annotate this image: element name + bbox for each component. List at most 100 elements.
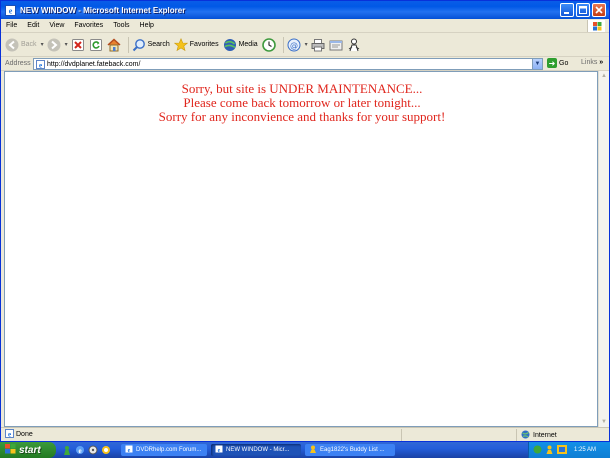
media-player-quicklaunch-icon[interactable] xyxy=(88,445,98,455)
chevron-right-icon: » xyxy=(599,59,604,66)
history-icon xyxy=(261,37,276,52)
zone-label: Internet xyxy=(533,431,557,439)
windows-flag-icon xyxy=(5,443,16,457)
links-label: Links xyxy=(581,59,598,66)
search-button[interactable]: Search xyxy=(132,38,170,52)
title-bar[interactable]: e NEW WINDOW - Microsoft Internet Explor… xyxy=(1,1,609,19)
home-button[interactable] xyxy=(107,37,121,52)
favorites-button[interactable]: Favorites xyxy=(173,37,219,52)
search-icon xyxy=(132,38,146,52)
network-tray-icon[interactable] xyxy=(533,445,542,456)
menu-favorites[interactable]: Favorites xyxy=(69,22,108,29)
task-label: NEW WINDOW - Micr... xyxy=(226,447,290,453)
vertical-scrollbar[interactable]: ▲ ▼ xyxy=(598,71,609,427)
maximize-icon xyxy=(579,6,587,14)
print-button[interactable] xyxy=(311,38,325,52)
taskbar-button-dvdrhelp[interactable]: e DVDRhelp.com Forum... xyxy=(121,444,207,456)
taskbar-button-buddy-list[interactable]: Eag1822's Buddy List ... xyxy=(305,444,395,456)
media-label: Media xyxy=(238,41,258,48)
menu-file[interactable]: File xyxy=(1,22,22,29)
address-url: http://dvdplanet.fateback.com/ xyxy=(47,60,141,68)
star-icon xyxy=(173,37,188,52)
ie-task-icon: e xyxy=(215,445,223,455)
scroll-down-icon[interactable]: ▼ xyxy=(599,417,609,427)
address-input[interactable]: e http://dvdplanet.fateback.com/ ▼ xyxy=(33,58,543,70)
address-dropdown-icon[interactable]: ▼ xyxy=(532,59,542,69)
maintenance-message: Sorry, but site is UNDER MAINTENANCE... … xyxy=(5,82,599,124)
close-button[interactable] xyxy=(592,3,606,17)
messenger-quicklaunch-icon[interactable] xyxy=(62,445,72,455)
svg-text:@: @ xyxy=(290,41,298,50)
standard-toolbar: Back ▾ ▾ Search Favorites Media @ ▾ xyxy=(1,33,609,57)
minimize-icon xyxy=(564,12,569,14)
message-line-2: Please come back tomorrow or later tonig… xyxy=(183,95,421,110)
system-tray: 1:25 AM xyxy=(528,442,610,458)
status-bar: e Done Internet xyxy=(1,427,609,441)
address-bar: Address e http://dvdplanet.fateback.com/… xyxy=(1,57,609,71)
back-label: Back xyxy=(21,41,37,48)
forward-arrow-icon xyxy=(47,38,61,52)
status-pane xyxy=(401,429,511,441)
quick-launch: e xyxy=(62,445,111,455)
mail-dropdown-icon[interactable]: ▾ xyxy=(305,41,308,48)
maximize-button[interactable] xyxy=(576,3,590,17)
toolbar-separator xyxy=(282,36,284,53)
stop-button[interactable] xyxy=(71,38,85,52)
svg-text:e: e xyxy=(128,448,131,453)
forward-dropdown-icon[interactable]: ▾ xyxy=(65,41,68,48)
svg-text:e: e xyxy=(218,448,221,453)
task-label: DVDRhelp.com Forum... xyxy=(136,447,202,453)
media-button[interactable]: Media xyxy=(223,38,258,52)
refresh-button[interactable] xyxy=(89,38,103,52)
task-label: Eag1822's Buddy List ... xyxy=(320,447,385,453)
forward-button[interactable] xyxy=(47,38,61,52)
mail-button[interactable]: @ xyxy=(287,38,301,52)
favorites-label: Favorites xyxy=(189,41,219,48)
ie-icon: e xyxy=(5,4,16,16)
printer-icon xyxy=(311,38,325,52)
messenger-tray-icon[interactable] xyxy=(545,445,554,456)
aim-quicklaunch-icon[interactable] xyxy=(101,445,111,455)
close-icon xyxy=(595,6,603,14)
go-button[interactable]: ➜ Go xyxy=(547,58,568,68)
page-status-icon: e xyxy=(5,429,14,440)
message-line-3: Sorry for any inconvience and thanks for… xyxy=(158,109,446,124)
windows-logo-icon xyxy=(587,20,605,32)
go-label: Go xyxy=(559,59,569,67)
search-label: Search xyxy=(147,41,170,48)
svg-text:e: e xyxy=(8,431,11,439)
globe-icon xyxy=(521,430,530,441)
messenger-button[interactable] xyxy=(347,38,361,52)
buddy-list-icon xyxy=(309,445,317,455)
start-button[interactable]: start xyxy=(0,442,56,458)
status-text: Done xyxy=(16,431,33,438)
messenger-person-icon xyxy=(347,38,361,52)
back-dropdown-icon[interactable]: ▾ xyxy=(41,41,44,48)
browser-window: e NEW WINDOW - Microsoft Internet Explor… xyxy=(0,0,610,442)
taskbar-button-new-window[interactable]: e NEW WINDOW - Micr... xyxy=(211,444,301,456)
edit-button[interactable] xyxy=(329,38,343,52)
status-done: e Done xyxy=(1,429,33,440)
clock: 1:25 AM xyxy=(574,447,597,453)
menu-bar: File Edit View Favorites Tools Help xyxy=(1,19,609,33)
minimize-button[interactable] xyxy=(560,3,574,17)
message-line-1: Sorry, but site is UNDER MAINTENANCE... xyxy=(181,81,423,96)
history-button[interactable] xyxy=(261,37,276,52)
taskbar: start e e DVDRhelp.com Forum... e NEW WI… xyxy=(0,442,610,458)
back-button[interactable]: Back xyxy=(5,38,37,52)
refresh-icon xyxy=(89,38,103,52)
back-arrow-icon xyxy=(5,38,19,52)
ie-quicklaunch-icon[interactable]: e xyxy=(75,445,85,455)
page-icon: e xyxy=(36,59,45,69)
scroll-up-icon[interactable]: ▲ xyxy=(599,71,609,81)
menu-help[interactable]: Help xyxy=(135,22,159,29)
start-label: start xyxy=(19,444,41,456)
menu-view[interactable]: View xyxy=(44,22,69,29)
links-button[interactable]: Links » xyxy=(581,59,603,66)
language-tray-icon[interactable] xyxy=(557,444,567,456)
media-icon xyxy=(223,38,237,52)
menu-edit[interactable]: Edit xyxy=(22,22,44,29)
menu-tools[interactable]: Tools xyxy=(108,22,134,29)
ie-task-icon: e xyxy=(125,445,133,455)
edit-page-icon xyxy=(329,38,343,52)
